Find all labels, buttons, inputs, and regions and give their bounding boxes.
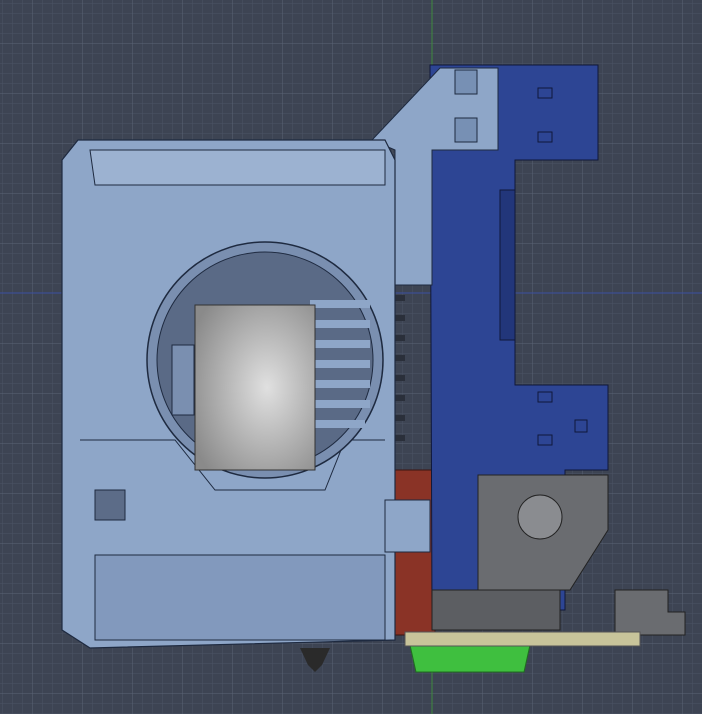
- pcb-board: [404, 631, 641, 647]
- arm-slot: [454, 117, 478, 143]
- shroud-top-lip: [89, 149, 386, 186]
- bottom-bracket: [431, 589, 561, 631]
- cad-scene: [0, 0, 702, 714]
- silicone-sock: [409, 644, 531, 673]
- side-tab: [384, 499, 431, 553]
- motor-clip: [171, 344, 195, 416]
- carriage-rail: [499, 189, 516, 341]
- filament-hole: [517, 494, 563, 540]
- screw-hole: [94, 489, 126, 521]
- cad-viewport[interactable]: [0, 0, 702, 714]
- shroud-duct: [94, 554, 386, 641]
- arm-slot: [454, 69, 478, 95]
- motor: [194, 304, 316, 471]
